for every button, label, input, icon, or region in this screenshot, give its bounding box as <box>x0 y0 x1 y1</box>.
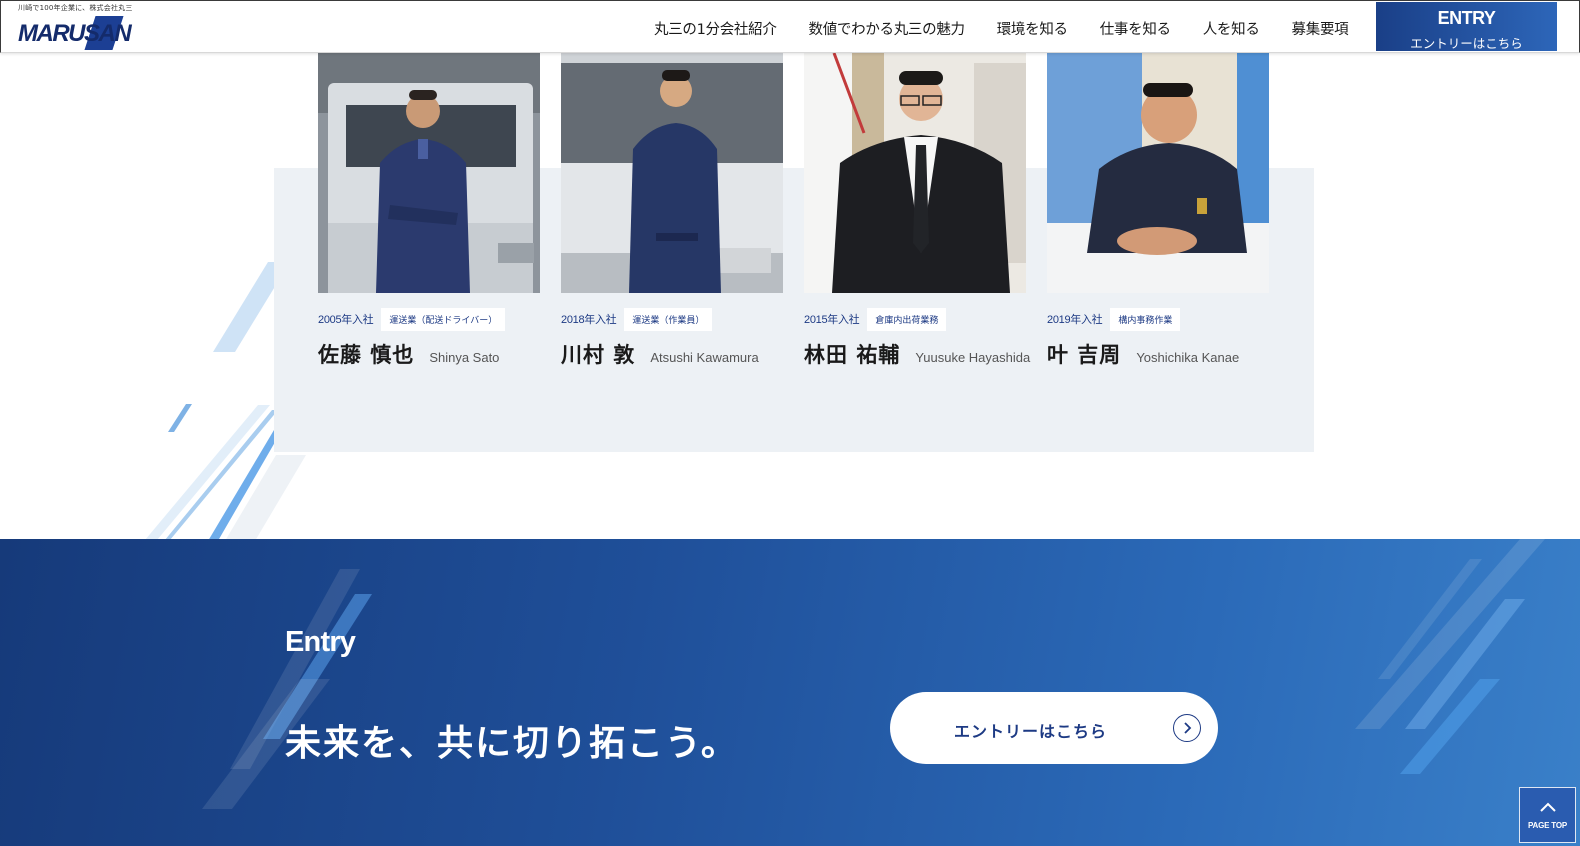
staff-photo <box>804 53 1026 293</box>
entry-section-label: Entry <box>285 626 356 658</box>
staff-department-badge: 構内事務作業 <box>1110 307 1181 331</box>
staff-name-ja: 佐藤 慎也 <box>318 343 415 367</box>
staff-name-en: Yuusuke Hayashida <box>915 350 1031 365</box>
entry-cta-label: エントリーはこちら <box>954 722 1108 741</box>
page-top-label: PAGE TOP <box>1527 821 1567 830</box>
main-nav: 丸三の1分会社紹介 数値でわかる丸三の魅力 環境を知る 仕事を知る 人を知る 募… <box>654 18 1380 39</box>
chevron-right-icon <box>1173 714 1201 742</box>
staff-name-ja: 林田 祐輔 <box>804 343 901 367</box>
staff-card[interactable]: 2019年入社 構内事務作業 叶 吉周 Yoshichika Kanae <box>1047 53 1269 369</box>
staff-card[interactable]: 2018年入社 運送業（作業員） 川村 敦 Atsushi Kawamura <box>561 53 783 369</box>
page-top-button[interactable]: PAGE TOP <box>1519 787 1576 843</box>
header-tagline: 川崎で100年企業に、株式会社丸三 <box>18 4 133 12</box>
staff-department-badge: 運送業（配送ドライバー） <box>381 307 506 331</box>
staff-photo <box>561 53 783 293</box>
staff-department-badge: 倉庫内出荷業務 <box>867 307 947 331</box>
site-header: 川崎で100年企業に、株式会社丸三 MARUSAN 丸三の1分会社紹介 数値でわ… <box>0 0 1580 53</box>
staff-name-ja: 川村 敦 <box>561 343 636 367</box>
staff-join-year: 2015年入社 <box>804 314 860 326</box>
entry-section-heading: 未来を、共に切り拓こう。 <box>285 723 739 764</box>
staff-card[interactable]: 2005年入社 運送業（配送ドライバー） 佐藤 慎也 Shinya Sato <box>318 53 540 369</box>
header-entry-button[interactable]: ENTRY エントリーはこちら <box>1376 2 1557 51</box>
staff-photo <box>1047 53 1269 293</box>
chevron-up-icon <box>1539 802 1556 812</box>
site-logo[interactable]: MARUSAN <box>16 14 132 51</box>
staff-name-en: Atsushi Kawamura <box>650 350 759 365</box>
staff-card[interactable]: 2015年入社 倉庫内出荷業務 林田 祐輔 Yuusuke Hayashida <box>804 53 1030 369</box>
nav-item-company-intro[interactable]: 丸三の1分会社紹介 <box>654 18 777 39</box>
logo-text: MARUSAN <box>18 20 132 47</box>
staff-name-en: Shinya Sato <box>429 350 500 365</box>
nav-item-people[interactable]: 人を知る <box>1203 18 1260 39</box>
nav-item-numbers[interactable]: 数値でわかる丸三の魅力 <box>809 18 966 39</box>
staff-name-ja: 叶 吉周 <box>1047 343 1122 367</box>
staff-name-en: Yoshichika Kanae <box>1136 350 1240 365</box>
entry-button-en: ENTRY <box>1437 8 1496 28</box>
staff-photo <box>318 53 540 293</box>
nav-item-recruitment[interactable]: 募集要項 <box>1292 18 1349 39</box>
entry-decorative-stripes <box>202 539 1545 809</box>
entry-cta-button[interactable]: エントリーはこちら <box>890 692 1218 764</box>
staff-list: 2005年入社 運送業（配送ドライバー） 佐藤 慎也 Shinya Sato 2… <box>318 53 1270 383</box>
staff-join-year: 2005年入社 <box>318 314 374 326</box>
staff-department-badge: 運送業（作業員） <box>624 307 713 331</box>
staff-join-year: 2018年入社 <box>561 314 617 326</box>
nav-item-environment[interactable]: 環境を知る <box>997 18 1068 39</box>
nav-item-work[interactable]: 仕事を知る <box>1100 18 1171 39</box>
staff-join-year: 2019年入社 <box>1047 314 1103 326</box>
entry-section: Entry 未来を、共に切り拓こう。 エントリーはこちら <box>0 539 1580 846</box>
entry-button-ja: エントリーはこちら <box>1410 36 1523 51</box>
